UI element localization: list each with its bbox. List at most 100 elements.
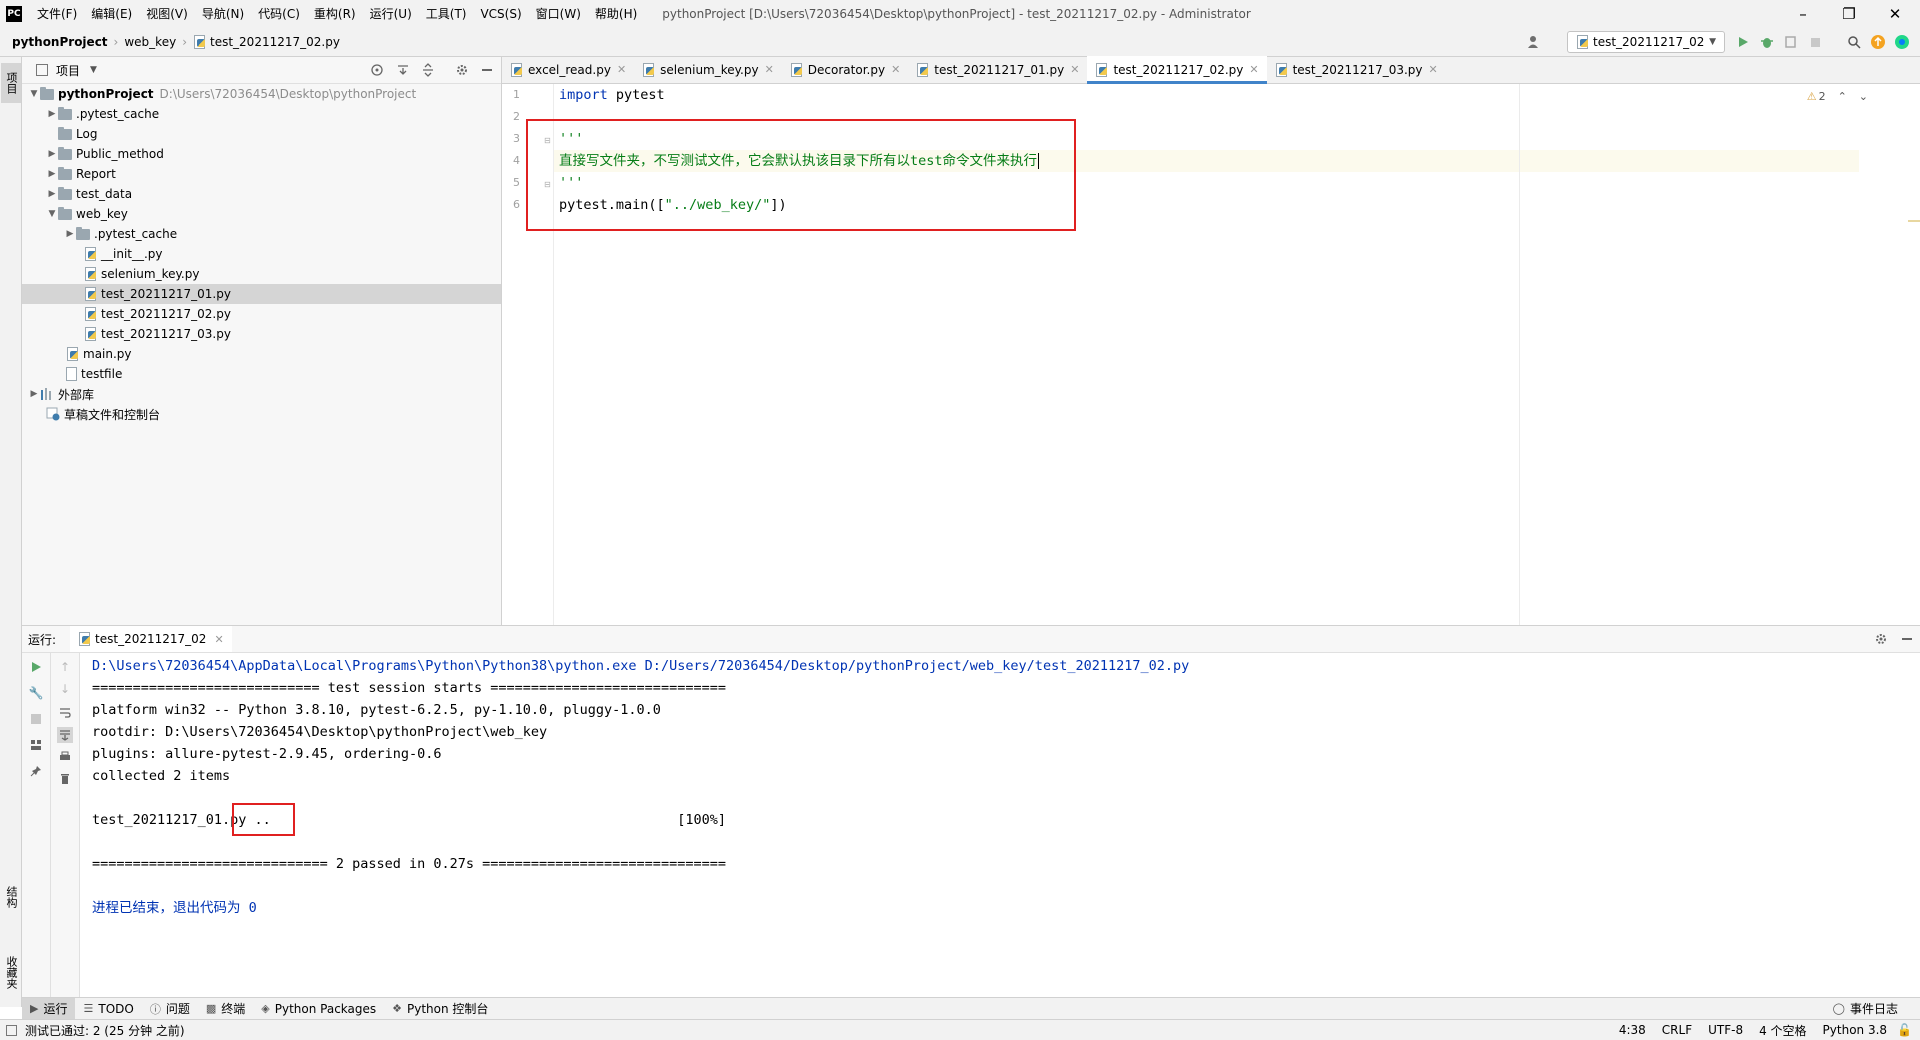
chevron-down-icon[interactable]: ⌄ — [1859, 90, 1868, 103]
toggle-tool-windows-icon[interactable] — [6, 1024, 17, 1036]
tab-decorator[interactable]: Decorator.py ✕ — [782, 56, 908, 83]
menu-view[interactable]: 视图(V) — [139, 0, 195, 28]
tab-selenium-key[interactable]: selenium_key.py ✕ — [634, 56, 782, 83]
tree-item-init-py[interactable]: __init__.py — [22, 244, 501, 264]
collapse-all-icon[interactable] — [421, 63, 435, 77]
tab-test-01[interactable]: test_20211217_01.py ✕ — [908, 56, 1087, 83]
tool-tab-terminal[interactable]: ▩ 终端 — [198, 998, 253, 1020]
tool-tab-run[interactable]: ▶ 运行 — [22, 997, 76, 1020]
menu-file[interactable]: 文件(F) — [30, 0, 84, 28]
restore-icon[interactable]: ❐ — [1826, 0, 1872, 28]
tree-item-report[interactable]: ▶ Report — [22, 164, 501, 184]
tree-item-pytest-cache[interactable]: ▶ .pytest_cache — [22, 104, 501, 124]
tree-item-public-method[interactable]: ▶ Public_method — [22, 144, 501, 164]
tree-item-test-data[interactable]: ▶ test_data — [22, 184, 501, 204]
console-output[interactable]: D:\Users\72036454\AppData\Local\Programs… — [92, 653, 1912, 998]
stop-icon[interactable] — [1807, 34, 1823, 50]
project-panel-title[interactable]: 项目 — [56, 62, 80, 79]
menu-window[interactable]: 窗口(W) — [529, 0, 588, 28]
tool-tab-python-packages[interactable]: ◈ Python Packages — [253, 998, 384, 1020]
arrow-up-icon[interactable]: ↑ — [57, 659, 73, 675]
soft-wrap-icon[interactable] — [57, 705, 73, 721]
pin-icon[interactable] — [28, 763, 44, 779]
indent-setting[interactable]: 4 个空格 — [1751, 1022, 1814, 1039]
file-encoding[interactable]: UTF-8 — [1700, 1023, 1751, 1037]
arrow-down-icon[interactable]: ↓ — [57, 681, 73, 697]
tree-item-log[interactable]: Log — [22, 124, 501, 144]
minimize-icon[interactable]: – — [1780, 0, 1826, 28]
hide-panel-icon[interactable] — [482, 69, 492, 71]
user-icon[interactable] — [1526, 34, 1542, 50]
run-icon[interactable] — [1735, 34, 1751, 50]
tool-tab-problems[interactable]: ⓘ 问题 — [142, 998, 198, 1020]
console-line[interactable]: D:\Users\72036454\AppData\Local\Programs… — [92, 655, 1189, 677]
search-icon[interactable] — [1846, 34, 1862, 50]
close-icon[interactable]: ✕ — [1249, 63, 1258, 76]
layout-icon[interactable] — [28, 737, 44, 753]
lock-icon[interactable]: 🔓 — [1897, 1023, 1912, 1037]
print-icon[interactable] — [57, 749, 73, 765]
menu-vcs[interactable]: VCS(S) — [473, 0, 528, 28]
wrench-icon[interactable]: 🔧 — [28, 685, 44, 701]
tree-item-scratches[interactable]: 草稿文件和控制台 — [22, 404, 501, 424]
inspection-widget[interactable]: ⚠ 2 ⌃ ⌄ — [1807, 90, 1868, 103]
tab-excel-read[interactable]: excel_read.py ✕ — [502, 56, 634, 83]
update-icon[interactable] — [1870, 34, 1886, 50]
close-window-icon[interactable]: ✕ — [1872, 0, 1918, 28]
tree-item-test-02-py[interactable]: test_20211217_02.py — [22, 304, 501, 324]
status-message[interactable]: 测试已通过: 2 (25 分钟 之前) — [17, 1022, 193, 1039]
close-icon[interactable]: ✕ — [891, 63, 900, 76]
close-icon[interactable]: ✕ — [617, 63, 626, 76]
run-tab[interactable]: test_20211217_02 ✕ — [70, 626, 232, 652]
rerun-icon[interactable] — [28, 659, 44, 675]
caret-position[interactable]: 4:38 — [1611, 1023, 1654, 1037]
menu-run[interactable]: 运行(U) — [363, 0, 419, 28]
tree-item-web-key-pytest-cache[interactable]: ▶ .pytest_cache — [22, 224, 501, 244]
hide-panel-icon[interactable] — [1902, 638, 1912, 640]
close-icon[interactable]: ✕ — [1070, 63, 1079, 76]
tree-item-selenium-key-py[interactable]: selenium_key.py — [22, 264, 501, 284]
scroll-to-end-icon[interactable] — [57, 727, 73, 743]
menu-navigate[interactable]: 导航(N) — [195, 0, 251, 28]
breadcrumb-file[interactable]: test_20211217_02.py — [193, 35, 340, 49]
locate-file-icon[interactable] — [370, 63, 384, 77]
tree-item-testfile[interactable]: testfile — [22, 364, 501, 384]
tab-test-03[interactable]: test_20211217_03.py ✕ — [1267, 56, 1446, 83]
close-icon[interactable]: ✕ — [214, 633, 223, 646]
tree-item-test-01-py[interactable]: test_20211217_01.py — [22, 284, 501, 304]
tree-item-project-root[interactable]: ▼ pythonProject D:\Users\72036454\Deskto… — [22, 84, 501, 104]
tool-tab-event-log[interactable]: ◯ 事件日志 — [1825, 998, 1906, 1020]
tree-item-test-03-py[interactable]: test_20211217_03.py — [22, 324, 501, 344]
menu-edit[interactable]: 编辑(E) — [84, 0, 139, 28]
run-configuration-select[interactable]: test_20211217_02 ▼ — [1567, 31, 1725, 53]
menu-help[interactable]: 帮助(H) — [588, 0, 644, 28]
chevron-down-icon[interactable]: ▼ — [90, 65, 97, 75]
tree-item-main-py[interactable]: main.py — [22, 344, 501, 364]
python-interpreter[interactable]: Python 3.8 — [1815, 1023, 1896, 1037]
coverage-icon[interactable] — [1783, 34, 1799, 50]
line-separator[interactable]: CRLF — [1654, 1023, 1700, 1037]
tool-tab-project[interactable]: 项目 — [1, 63, 21, 103]
chevron-up-icon[interactable]: ⌃ — [1838, 90, 1847, 103]
tool-tab-structure[interactable]: 结构 — [1, 867, 21, 927]
tree-item-external-libraries[interactable]: ▶ 外部库 — [22, 384, 501, 404]
tool-tab-python-console[interactable]: ❖ Python 控制台 — [384, 998, 496, 1020]
stop-icon[interactable] — [28, 711, 44, 727]
menu-refactor[interactable]: 重构(R) — [307, 0, 363, 28]
close-icon[interactable]: ✕ — [1429, 63, 1438, 76]
expand-all-icon[interactable] — [396, 63, 410, 77]
trash-icon[interactable] — [57, 771, 73, 787]
menu-tools[interactable]: 工具(T) — [419, 0, 474, 28]
debug-icon[interactable] — [1759, 34, 1775, 50]
breadcrumb-folder[interactable]: web_key — [124, 35, 176, 49]
tree-item-web-key[interactable]: ▼ web_key — [22, 204, 501, 224]
menu-code[interactable]: 代码(C) — [251, 0, 307, 28]
close-icon[interactable]: ✕ — [765, 63, 774, 76]
tool-tab-favorites[interactable]: 收藏夹 — [1, 937, 21, 1007]
tool-tab-todo[interactable]: ☰ TODO — [75, 998, 141, 1020]
gear-icon[interactable] — [455, 63, 469, 77]
tab-test-02[interactable]: test_20211217_02.py ✕ — [1087, 56, 1267, 84]
gear-icon[interactable] — [1874, 632, 1888, 646]
jetbrains-space-icon[interactable] — [1894, 34, 1910, 50]
breadcrumb-project[interactable]: pythonProject — [12, 35, 108, 49]
